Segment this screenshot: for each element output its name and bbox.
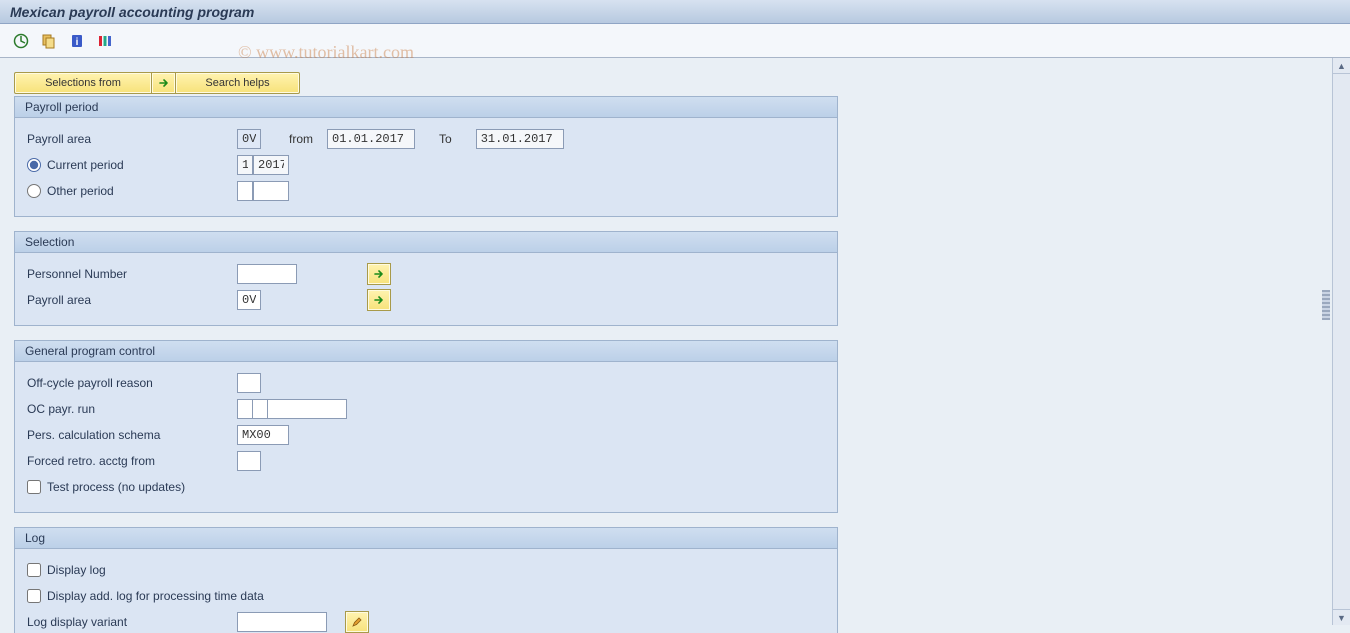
offcycle-reason-input[interactable]: [237, 373, 261, 393]
group-selection: Selection Personnel Number Payroll area: [14, 231, 838, 326]
selections-from-button[interactable]: Selections from: [14, 72, 152, 94]
search-helps-arrow-button[interactable]: [152, 72, 176, 94]
payroll-area-multiselect-button[interactable]: [367, 289, 391, 311]
other-period-year-input[interactable]: [253, 181, 289, 201]
group-general-program-control: General program control Off-cycle payrol…: [14, 340, 838, 513]
group-payroll-period: Payroll period Payroll area from To: [14, 96, 838, 217]
label-payroll-area: Payroll area: [27, 132, 237, 146]
display-log-label: Display log: [47, 563, 106, 577]
label-personnel-number: Personnel Number: [27, 267, 237, 281]
execute-icon[interactable]: [12, 32, 30, 50]
current-period-year-input[interactable]: [253, 155, 289, 175]
display-add-log-checkbox[interactable]: [27, 589, 41, 603]
scroll-down-button[interactable]: ▼: [1333, 609, 1350, 625]
log-variant-input[interactable]: [237, 612, 327, 632]
group-title-payroll-period: Payroll period: [15, 97, 837, 118]
test-process-checkbox[interactable]: [27, 480, 41, 494]
from-label: from: [289, 132, 313, 146]
payroll-area2-input[interactable]: [237, 290, 261, 310]
group-title-general: General program control: [15, 341, 837, 362]
label-forced-retro: Forced retro. acctg from: [27, 454, 237, 468]
search-helps-button[interactable]: Search helps: [176, 72, 300, 94]
test-process-label: Test process (no updates): [47, 480, 185, 494]
arrow-right-icon: [373, 268, 385, 280]
other-period-radio[interactable]: [27, 184, 41, 198]
calc-schema-input[interactable]: [237, 425, 289, 445]
arrow-right-icon: [158, 77, 170, 89]
page-title: Mexican payroll accounting program: [0, 0, 1350, 24]
get-variant-icon[interactable]: [40, 32, 58, 50]
toolbar: i: [0, 24, 1350, 58]
svg-text:i: i: [76, 37, 79, 48]
to-date-input[interactable]: [476, 129, 564, 149]
group-log: Log Display log Display add. log for pro…: [14, 527, 838, 633]
group-title-log: Log: [15, 528, 837, 549]
label-payroll-area2: Payroll area: [27, 293, 237, 307]
vertical-scrollbar[interactable]: ▲ ▼: [1332, 58, 1350, 625]
oc-run-b-input[interactable]: [252, 399, 268, 419]
display-add-log-label: Display add. log for processing time dat…: [47, 589, 264, 603]
pane-grip[interactable]: [1322, 290, 1330, 320]
personnel-number-multiselect-button[interactable]: [367, 263, 391, 285]
display-log-checkbox[interactable]: [27, 563, 41, 577]
log-variant-edit-button[interactable]: [345, 611, 369, 633]
to-label: To: [439, 132, 452, 146]
info-icon[interactable]: i: [68, 32, 86, 50]
personnel-number-input[interactable]: [237, 264, 297, 284]
current-period-radio[interactable]: [27, 158, 41, 172]
color-legend-icon[interactable]: [96, 32, 114, 50]
from-date-input[interactable]: [327, 129, 415, 149]
current-period-label: Current period: [47, 158, 124, 172]
label-offcycle-reason: Off-cycle payroll reason: [27, 376, 237, 390]
group-title-selection: Selection: [15, 232, 837, 253]
pencil-icon: [351, 616, 363, 628]
label-log-variant: Log display variant: [27, 615, 237, 629]
forced-retro-input[interactable]: [237, 451, 261, 471]
oc-run-c-input[interactable]: [267, 399, 347, 419]
oc-run-a-input[interactable]: [237, 399, 253, 419]
arrow-right-icon: [373, 294, 385, 306]
scroll-up-button[interactable]: ▲: [1333, 58, 1350, 74]
other-period-num-input[interactable]: [237, 181, 253, 201]
payroll-area-input[interactable]: [237, 129, 261, 149]
label-calc-schema: Pers. calculation schema: [27, 428, 237, 442]
label-oc-payr-run: OC payr. run: [27, 402, 237, 416]
current-period-num-input[interactable]: [237, 155, 253, 175]
other-period-label: Other period: [47, 184, 114, 198]
